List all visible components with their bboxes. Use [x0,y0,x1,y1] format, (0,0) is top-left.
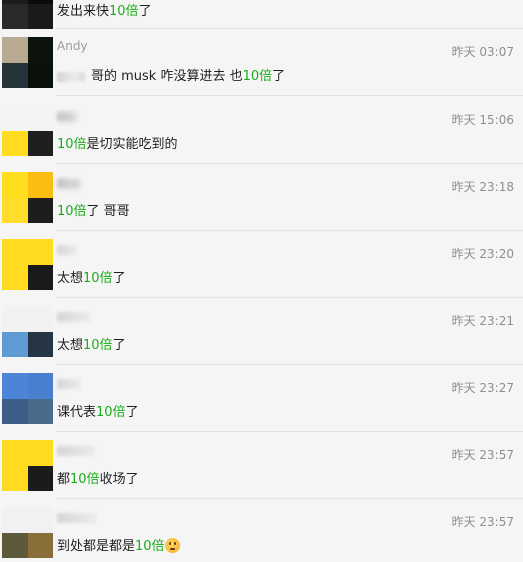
comment-item[interactable]: 昨天 23:57 到处都是都是10倍 [0,499,523,562]
comment-item[interactable]: Andy 昨天 03:07 哥的 musk 咋没算进去 也10倍了 [0,29,523,96]
comment-text-before: 课代表 [57,405,97,420]
comment-text: 课代表10倍了 [57,401,139,420]
comment-item[interactable]: 发出来快10倍了 [0,0,523,29]
highlight-keyword: 10倍 [242,69,273,84]
highlight-keyword: 10倍 [70,472,100,487]
comment-text-after: 收场了 [99,472,139,487]
comment-item[interactable]: 昨天 23:21 太想10倍了 [0,298,523,365]
highlight-keyword: 10倍 [135,539,165,554]
commenter-name[interactable] [57,446,95,456]
comment-item[interactable]: 昨天 23:57 都10倍收场了 [0,432,523,499]
comment-text-before: 到处都是都是 [57,539,136,554]
comment-text-before: 太想 [57,338,84,353]
comment-text-before: 太想 [57,271,84,286]
commenter-name[interactable] [57,379,81,389]
commenter-name[interactable]: 919 [57,178,80,192]
timestamp: 昨天 23:18 [451,180,514,194]
comment-item[interactable]: UU 昨天 15:06 10倍是切实能吃到的 [0,97,523,164]
comment-item[interactable]: 昨天 23:27 课代表10倍了 [0,365,523,432]
comment-text-before: 哥的 musk 咋没算进去 也 [91,69,243,84]
avatar[interactable] [2,440,53,491]
timestamp: 昨天 23:57 [451,448,514,462]
comment-text: 10倍了 哥哥 [57,200,130,219]
avatar[interactable] [2,507,53,558]
avatar[interactable] [2,172,53,223]
comment-text: 哥的 musk 咋没算进去 也10倍了 [57,65,285,84]
comment-text: 都10倍收场了 [57,468,139,487]
avatar[interactable] [2,306,53,357]
comment-text-after: 是切实能吃到的 [86,137,178,152]
comment-text-before: 发出来快 [57,4,110,19]
comment-text: 到处都是都是10倍 [57,535,180,554]
comment-item[interactable]: 919 昨天 23:18 10倍了 哥哥 [0,164,523,231]
highlight-keyword: 10倍 [96,405,126,420]
thinking-emoji [164,538,180,553]
highlight-keyword: 10倍 [83,271,113,286]
avatar[interactable] [2,373,53,424]
highlight-keyword: 10倍 [57,137,87,152]
avatar[interactable] [2,105,53,156]
comment-text-after: 了 [112,338,126,353]
comment-text: 太想10倍了 [57,267,126,286]
timestamp: 昨天 23:27 [451,381,514,395]
comment-text: 太想10倍了 [57,334,126,353]
timestamp: 昨天 23:21 [451,314,514,328]
comment-text-after: 了 哥哥 [86,204,130,219]
mention-mask [57,71,85,82]
commenter-name[interactable] [57,245,77,255]
highlight-keyword: 10倍 [57,204,87,219]
commenter-name[interactable]: UU [57,111,79,125]
commenter-name[interactable] [57,312,91,322]
comment-list: 发出来快10倍了 Andy 昨天 03:07 哥的 musk 咋没算进去 也10倍了 U… [0,0,523,562]
timestamp: 昨天 23:57 [451,515,514,529]
comment-text-after: 了 [138,4,152,19]
comment-text-before: 都 [57,472,71,487]
avatar[interactable] [2,0,53,29]
comment-text: 发出来快10倍了 [57,0,152,19]
comment-item[interactable]: 昨天 23:20 太想10倍了 [0,231,523,298]
comment-text-after: 了 [272,69,286,84]
highlight-keyword: 10倍 [109,4,139,19]
commenter-name[interactable]: Andy [57,39,88,53]
commenter-name[interactable] [57,513,97,523]
comment-text: 10倍是切实能吃到的 [57,133,178,152]
divider [56,95,523,96]
highlight-keyword: 10倍 [83,338,113,353]
timestamp: 昨天 03:07 [451,45,514,59]
timestamp: 昨天 23:20 [451,247,514,261]
avatar[interactable] [2,239,53,290]
avatar[interactable] [2,37,53,88]
timestamp: 昨天 15:06 [451,113,514,127]
comment-text-after: 了 [125,405,139,420]
comment-text-after: 了 [112,271,126,286]
